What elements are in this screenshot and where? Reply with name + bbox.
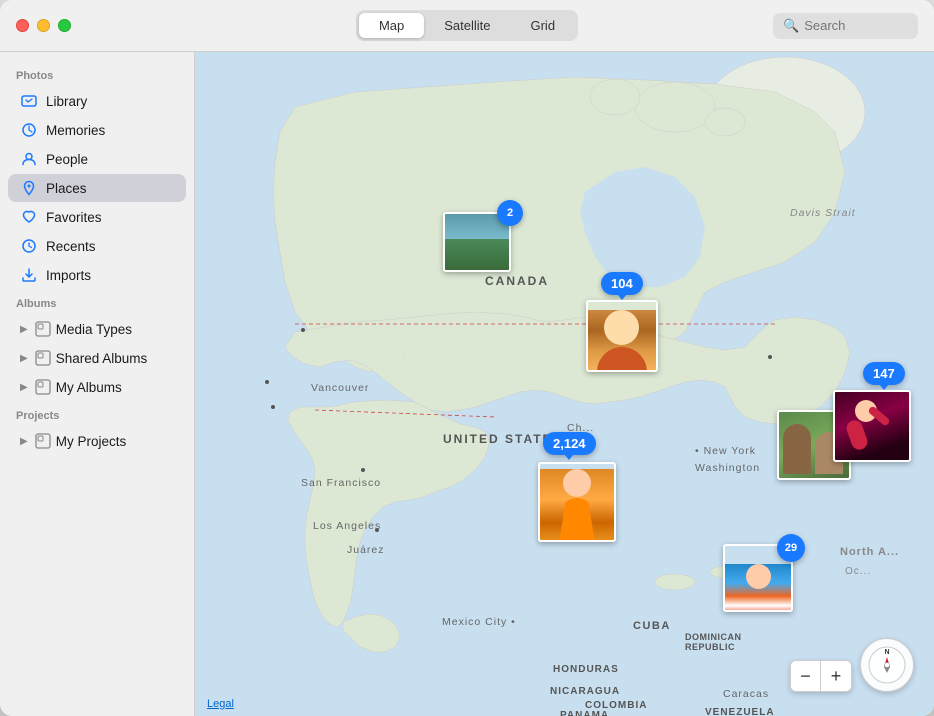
search-input[interactable] [804,18,904,33]
search-icon: 🔍 [783,18,799,34]
library-icon [20,92,38,110]
sidebar-item-people[interactable]: People [8,145,186,173]
sidebar-item-shared-albums-label: Shared Albums [56,351,148,366]
count-badge-2124: 2,124 [543,432,596,455]
maximize-button[interactable] [58,19,71,32]
minimize-button[interactable] [37,19,50,32]
sidebar-item-memories-label: Memories [46,123,105,138]
sidebar-section-projects: Projects [0,402,194,426]
cluster-104[interactable]: 104 [601,272,643,295]
sidebar-item-recents[interactable]: Recents [8,232,186,260]
sidebar-section-photos: Photos [0,62,194,86]
cluster-2124[interactable]: 2,124 [543,432,596,455]
sidebar-item-library[interactable]: Library [8,87,186,115]
places-icon [20,179,38,197]
sidebar-item-memories[interactable]: Memories [8,116,186,144]
people-icon [20,150,38,168]
count-badge-29: 29 [777,534,805,562]
count-badge-147: 147 [863,362,905,385]
sidebar-item-people-label: People [46,152,88,167]
chevron-right-icon-4: ▶ [20,436,28,447]
app-window: Map Satellite Grid 🔍 Photos Library [0,0,934,716]
cluster-2[interactable]: 2 [443,212,513,274]
grid-tab[interactable]: Grid [510,13,575,38]
svg-text:N: N [884,649,889,656]
close-button[interactable] [16,19,29,32]
shared-albums-icon [34,349,52,367]
media-types-icon [34,320,52,338]
sidebar-item-favorites[interactable]: Favorites [8,203,186,231]
favorites-icon [20,208,38,226]
cluster-29[interactable]: 29 [723,544,795,616]
memories-icon [20,121,38,139]
sidebar-item-shared-albums[interactable]: ▶ Shared Albums [8,344,186,372]
view-tab-group: Map Satellite Grid [356,10,578,41]
search-bar[interactable]: 🔍 [773,13,918,39]
chevron-right-icon: ▶ [20,324,28,335]
sidebar-item-imports[interactable]: Imports [8,261,186,289]
count-badge-104: 104 [601,272,643,295]
count-badge-2: 2 [497,200,523,226]
sidebar-item-places[interactable]: Places [8,174,186,202]
legal-link[interactable]: Legal [207,698,234,710]
zoom-out-button[interactable]: − [791,661,821,691]
sidebar: Photos Library Memories [0,52,195,716]
my-projects-icon [34,432,52,450]
titlebar: Map Satellite Grid 🔍 [0,0,934,52]
sidebar-item-places-label: Places [46,181,87,196]
sidebar-item-my-albums-label: My Albums [56,380,122,395]
sidebar-item-imports-label: Imports [46,268,91,283]
main-content: Photos Library Memories [0,52,934,716]
imports-icon [20,266,38,284]
sidebar-section-albums: Albums [0,290,194,314]
map-tab[interactable]: Map [359,13,424,38]
zoom-in-button[interactable]: + [821,661,851,691]
map-area[interactable]: CANADA UNITED STATES Davis Strait Vancou… [195,52,934,716]
sidebar-item-library-label: Library [46,94,87,109]
sidebar-item-recents-label: Recents [46,239,96,254]
sidebar-item-media-types[interactable]: ▶ Media Types [8,315,186,343]
sidebar-item-my-projects[interactable]: ▶ My Projects [8,427,186,455]
traffic-lights [16,19,71,32]
cluster-147[interactable]: 147 [863,362,905,385]
compass[interactable]: N [860,638,914,692]
chevron-right-icon-2: ▶ [20,353,28,364]
sidebar-item-favorites-label: Favorites [46,210,102,225]
satellite-tab[interactable]: Satellite [424,13,510,38]
sidebar-item-my-projects-label: My Projects [56,434,127,449]
sidebar-item-media-types-label: Media Types [56,322,132,337]
recents-icon [20,237,38,255]
zoom-controls: − + [790,660,852,692]
sidebar-item-my-albums[interactable]: ▶ My Albums [8,373,186,401]
chevron-right-icon-3: ▶ [20,382,28,393]
my-albums-icon [34,378,52,396]
